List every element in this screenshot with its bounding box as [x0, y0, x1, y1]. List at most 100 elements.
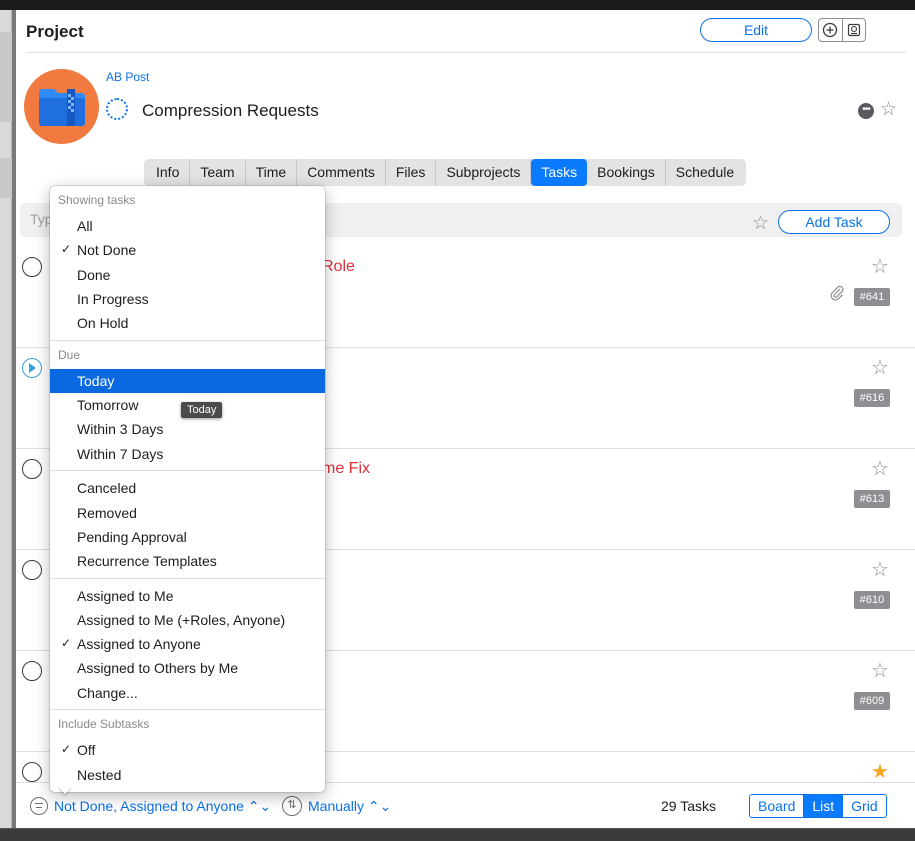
menu-divider	[50, 709, 325, 710]
menu-item-label: Assigned to Me	[77, 588, 174, 604]
menu-item-in-progress[interactable]: In Progress	[50, 287, 325, 311]
task-number-badge: #610	[854, 591, 890, 609]
menu-item-label: Off	[77, 742, 96, 758]
favorite-star-icon[interactable]: ☆	[880, 100, 897, 119]
menu-item-within-3-days[interactable]: Within 3 Days	[50, 417, 325, 441]
tab-info[interactable]: Info	[146, 159, 191, 186]
task-number-badge: #613	[854, 490, 890, 508]
menu-item-assigned-to-me[interactable]: Assigned to Me	[50, 584, 325, 608]
view-mode-switcher: Board List Grid	[749, 794, 887, 818]
task-star-icon[interactable]: ☆	[871, 355, 889, 380]
view-grid-button[interactable]: Grid	[843, 795, 885, 817]
menu-item-label: All	[77, 218, 93, 234]
task-complete-checkbox[interactable]	[22, 661, 42, 681]
menu-item-recurrence-templates[interactable]: Recurrence Templates	[50, 549, 325, 573]
sort-icon[interactable]: ⇅	[282, 796, 302, 816]
task-title[interactable]: Role	[322, 258, 355, 276]
task-number-badge: #609	[854, 692, 890, 710]
menu-item-assigned-to-others[interactable]: Assigned to Others by Me	[50, 656, 325, 680]
filter-starred-icon[interactable]: ☆	[752, 214, 769, 233]
menu-item-label: Nested	[77, 767, 122, 783]
menu-item-label: Assigned to Others by Me	[77, 660, 239, 676]
left-sidebar-strip	[0, 10, 12, 841]
menu-item-label: Canceled	[77, 480, 137, 496]
task-number-badge: #616	[854, 389, 890, 407]
menu-section-header: Include Subtasks	[58, 717, 150, 731]
page-title: Project	[26, 22, 84, 41]
menu-item-pending-approval[interactable]: Pending Approval	[50, 525, 325, 549]
tab-team[interactable]: Team	[190, 159, 246, 186]
progress-ring-icon	[106, 98, 128, 120]
menu-item-all[interactable]: All	[50, 214, 325, 238]
menu-item-removed[interactable]: Removed	[50, 501, 325, 525]
menu-item-done[interactable]: Done	[50, 263, 325, 287]
menu-item-label: Removed	[77, 505, 137, 521]
menu-item-subtasks-nested[interactable]: Nested	[50, 763, 325, 787]
task-complete-checkbox[interactable]	[22, 762, 42, 782]
task-complete-checkbox[interactable]	[22, 257, 42, 277]
add-task-button[interactable]: Add Task	[778, 210, 890, 234]
menu-item-label: Within 3 Days	[77, 421, 164, 437]
task-in-progress-play-icon[interactable]	[22, 358, 42, 378]
sidebar-segment	[0, 32, 12, 122]
task-title[interactable]: me Fix	[322, 460, 370, 478]
filter-icon[interactable]	[30, 797, 48, 815]
menu-item-not-done[interactable]: ✓ Not Done	[50, 238, 325, 262]
menu-section-header: Showing tasks	[58, 193, 136, 207]
menu-divider	[50, 578, 325, 579]
menu-item-label: Tomorrow	[77, 397, 139, 413]
project-tabs: Info Team Time Comments Files Subproject…	[144, 159, 747, 186]
checkmark-icon: ✓	[61, 742, 72, 756]
menu-item-label: Today	[77, 373, 115, 389]
menu-item-label: In Progress	[77, 291, 149, 307]
task-star-icon[interactable]: ☆	[871, 254, 889, 279]
project-avatar	[24, 69, 99, 144]
task-complete-checkbox[interactable]	[22, 560, 42, 580]
menu-item-within-7-days[interactable]: Within 7 Days	[50, 442, 325, 466]
zip-folder-icon	[38, 88, 85, 126]
checkmark-icon: ✓	[61, 636, 72, 650]
menu-item-label: Assigned to Anyone	[77, 636, 201, 652]
task-star-icon[interactable]: ☆	[871, 456, 889, 481]
menu-divider	[50, 470, 325, 471]
filter-dropdown-menu: Showing tasks All ✓ Not Done Done In Prog…	[50, 186, 325, 792]
edit-button[interactable]: Edit	[700, 18, 812, 42]
filter-selector[interactable]: Not Done, Assigned to Anyone ⌃⌄	[54, 798, 271, 815]
task-star-icon[interactable]: ☆	[871, 658, 889, 683]
archive-box-icon[interactable]	[841, 19, 865, 41]
tab-time[interactable]: Time	[246, 159, 298, 186]
tab-subprojects[interactable]: Subprojects	[436, 159, 532, 186]
menu-item-today[interactable]: Today	[50, 369, 325, 393]
project-name: Compression Requests	[142, 101, 319, 120]
task-star-filled-icon[interactable]: ★	[871, 759, 889, 784]
menu-item-canceled[interactable]: Canceled	[50, 476, 325, 500]
menu-item-change[interactable]: Change...	[50, 681, 325, 705]
checkmark-icon: ✓	[61, 242, 72, 256]
parent-project-link[interactable]: AB Post	[106, 70, 149, 84]
tab-schedule[interactable]: Schedule	[666, 159, 744, 186]
tab-bookings[interactable]: Bookings	[587, 159, 666, 186]
task-star-icon[interactable]: ☆	[871, 557, 889, 582]
sort-selector[interactable]: Manually ⌃⌄	[308, 798, 391, 815]
header-icon-buttons	[818, 18, 866, 42]
tab-comments[interactable]: Comments	[297, 159, 386, 186]
add-circle-icon[interactable]	[819, 19, 842, 41]
task-count: 29 Tasks	[661, 798, 716, 814]
view-board-button[interactable]: Board	[750, 795, 805, 817]
menu-item-label: Within 7 Days	[77, 446, 164, 462]
task-number-badge: #641	[854, 288, 890, 306]
tab-files[interactable]: Files	[386, 159, 437, 186]
menu-item-assigned-to-me-roles[interactable]: Assigned to Me (+Roles, Anyone)	[50, 608, 325, 632]
more-options-icon[interactable]: •••	[858, 103, 874, 119]
menu-section-header: Due	[58, 348, 81, 362]
task-complete-checkbox[interactable]	[22, 459, 42, 479]
tab-tasks[interactable]: Tasks	[531, 159, 588, 186]
menu-item-label: Done	[77, 267, 111, 283]
menu-item-label: Change...	[77, 685, 138, 701]
menu-item-on-hold[interactable]: On Hold	[50, 311, 325, 335]
menu-item-assigned-to-anyone[interactable]: ✓ Assigned to Anyone	[50, 632, 325, 656]
window-top-bar	[0, 0, 915, 10]
view-list-button[interactable]: List	[804, 795, 844, 817]
menu-item-subtasks-off[interactable]: ✓ Off	[50, 738, 325, 762]
menu-item-label: Pending Approval	[77, 529, 187, 545]
